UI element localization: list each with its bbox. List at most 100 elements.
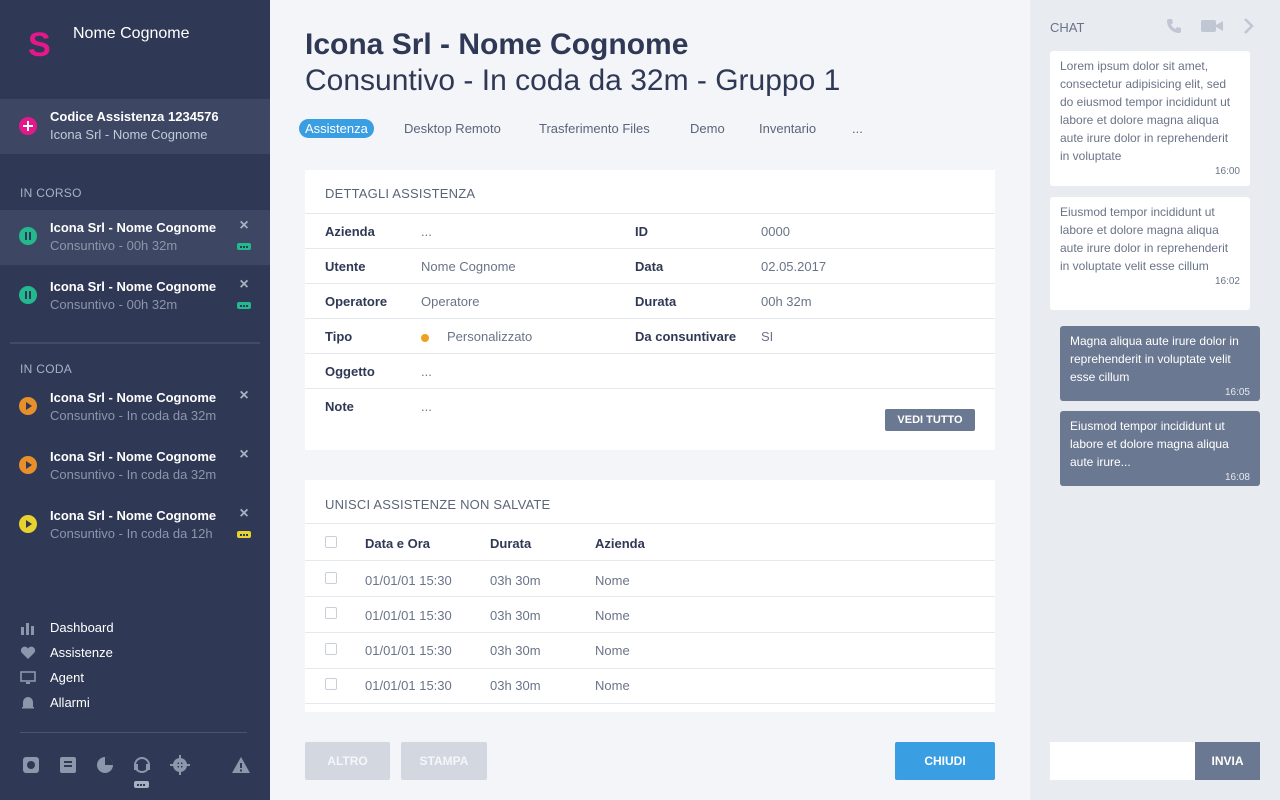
phone-icon[interactable]	[1164, 17, 1184, 37]
play-icon[interactable]	[19, 397, 37, 415]
nav-allarmi[interactable]: Allarmi	[20, 694, 220, 712]
close-icon[interactable]: ×	[237, 388, 251, 404]
sidebar-item-in-coda[interactable]: Icona Srl - Nome Cognome Consuntivo - In…	[0, 498, 270, 553]
play-icon[interactable]	[19, 456, 37, 474]
tab-trasferimento-files[interactable]: Trasferimento Files	[539, 119, 650, 138]
label-note: Note	[325, 399, 354, 414]
message-time: 16:08	[1224, 472, 1250, 483]
contacts-icon[interactable]	[58, 755, 78, 775]
message-text: Lorem ipsum dolor sit amet, consectetur …	[1060, 59, 1231, 163]
card-title: UNISCI ASSISTENZE NON SALVATE	[325, 497, 551, 512]
close-icon[interactable]: ×	[237, 447, 251, 463]
select-all-checkbox[interactable]	[325, 536, 337, 548]
divider	[305, 668, 995, 669]
label-durata: Durata	[635, 294, 677, 309]
headset-icon[interactable]	[132, 755, 152, 775]
message-text: Eiusmod tempor incididunt ut labore et d…	[1060, 205, 1229, 273]
item-title: Icona Srl - Nome Cognome	[50, 449, 217, 464]
value-tipo: Personalizzato	[447, 329, 533, 344]
nav-assistenze[interactable]: Assistenze	[20, 644, 220, 662]
page-title: Icona Srl - Nome Cognome	[305, 28, 689, 61]
user-profile[interactable]: S Nome Cognome	[0, 0, 270, 98]
value-data: 02.05.2017	[761, 259, 827, 274]
gear-icon[interactable]	[170, 755, 190, 775]
value-da-consuntivare: SI	[761, 329, 774, 344]
tab-inventario[interactable]: Inventario	[759, 119, 816, 138]
message-text: Magna aliqua aute irure dolor in reprehe…	[1070, 334, 1239, 384]
message-text: Eiusmod tempor incididunt ut labore et d…	[1070, 419, 1229, 469]
sidebar-item-in-corso[interactable]: Icona Srl - Nome Cognome Consuntivo - 00…	[0, 269, 270, 324]
label-id: ID	[635, 224, 648, 239]
close-icon[interactable]: ×	[237, 277, 251, 293]
column-header-durata[interactable]: Durata	[490, 536, 531, 551]
support-icon[interactable]	[21, 755, 41, 775]
row-checkbox[interactable]	[325, 678, 337, 690]
cell-azienda: Nome	[595, 643, 630, 658]
chat-input[interactable]	[1050, 742, 1196, 780]
label-utente: Utente	[325, 259, 366, 274]
row-checkbox[interactable]	[325, 643, 337, 655]
column-header-data[interactable]: Data e Ora	[365, 536, 430, 551]
row-checkbox[interactable]	[325, 572, 337, 584]
more-dots-icon[interactable]	[237, 243, 251, 250]
divider	[305, 703, 995, 704]
close-icon[interactable]: ×	[237, 218, 251, 234]
divider	[305, 632, 995, 633]
sidebar-item-in-corso[interactable]: Icona Srl - Nome Cognome Consuntivo - 00…	[0, 210, 270, 265]
label-da-consuntivare: Da consuntivare	[635, 329, 737, 344]
tab-demo[interactable]: Demo	[690, 119, 725, 138]
cell-azienda: Nome	[595, 573, 630, 588]
plus-icon[interactable]	[19, 117, 37, 135]
column-header-azienda[interactable]: Azienda	[595, 536, 645, 551]
label-data: Data	[635, 259, 664, 274]
value-oggetto: ...	[421, 364, 432, 379]
pie-chart-icon[interactable]	[95, 755, 115, 775]
nav-agent[interactable]: Agent	[20, 669, 220, 687]
altro-button[interactable]: ALTRO	[305, 742, 390, 780]
tab-desktop-remoto[interactable]: Desktop Remoto	[404, 119, 501, 138]
cell-data: 01/01/01 15:30	[365, 678, 452, 693]
message-time: 16:02	[1214, 276, 1240, 287]
nav-dashboard[interactable]: Dashboard	[20, 619, 220, 637]
message-time: 16:00	[1214, 166, 1240, 177]
merge-card: UNISCI ASSISTENZE NON SALVATE Data e Ora…	[305, 480, 995, 712]
cell-data: 01/01/01 15:30	[365, 643, 452, 658]
more-dots-icon[interactable]	[237, 302, 251, 309]
row-checkbox[interactable]	[325, 607, 337, 619]
pause-icon[interactable]	[19, 227, 37, 245]
value-azienda: ...	[421, 224, 432, 239]
tab-more[interactable]: ...	[852, 119, 863, 138]
section-title-in-corso: IN CORSO	[20, 186, 82, 200]
chat-message-outgoing: Eiusmod tempor incididunt ut labore et d…	[1060, 411, 1260, 486]
chevron-right-icon[interactable]	[1238, 17, 1258, 37]
sidebar-item-in-coda[interactable]: Icona Srl - Nome Cognome Consuntivo - In…	[0, 439, 270, 494]
divider	[305, 213, 995, 214]
item-title: Icona Srl - Nome Cognome	[50, 508, 217, 523]
label-azienda: Azienda	[325, 224, 375, 239]
divider	[305, 388, 995, 389]
vedi-tutto-button[interactable]: VEDI TUTTO	[885, 409, 975, 431]
label-operatore: Operatore	[325, 294, 388, 309]
stampa-button[interactable]: STAMPA	[401, 742, 487, 780]
sidebar-item-in-coda[interactable]: Icona Srl - Nome Cognome Consuntivo - In…	[0, 380, 270, 435]
tab-assistenza[interactable]: Assistenza	[299, 119, 374, 138]
cell-data: 01/01/01 15:30	[365, 608, 452, 623]
cell-azienda: Nome	[595, 608, 630, 623]
value-utente: Nome Cognome	[421, 259, 516, 274]
chiudi-button[interactable]: CHIUDI	[895, 742, 995, 780]
divider	[305, 283, 995, 284]
divider	[305, 560, 995, 561]
play-icon[interactable]	[19, 515, 37, 533]
video-icon[interactable]	[1200, 17, 1223, 37]
sidebar: S Nome Cognome Codice Assistenza 1234576…	[0, 0, 270, 800]
chat-message-outgoing: Magna aliqua aute irure dolor in reprehe…	[1060, 326, 1260, 401]
send-button[interactable]: INVIA	[1195, 742, 1260, 780]
warning-icon[interactable]	[231, 755, 251, 775]
item-title: Icona Srl - Nome Cognome	[50, 390, 217, 405]
value-durata: 00h 32m	[761, 294, 812, 309]
more-dots-icon[interactable]	[134, 781, 149, 788]
close-icon[interactable]: ×	[237, 506, 251, 522]
pause-icon[interactable]	[19, 286, 37, 304]
label-oggetto: Oggetto	[325, 364, 375, 379]
more-dots-icon[interactable]	[237, 531, 251, 538]
